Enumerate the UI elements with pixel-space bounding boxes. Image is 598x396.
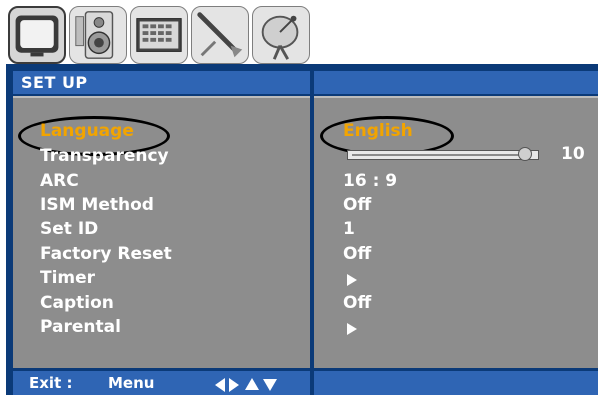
menu-item-parental[interactable]: Parental: [40, 317, 121, 337]
tab-setup[interactable]: [252, 6, 310, 64]
menu-item-ism-method[interactable]: ISM Method: [40, 195, 154, 215]
caption-value[interactable]: Off: [343, 293, 371, 313]
menu-title: SET UP: [21, 73, 88, 92]
arrow-left-icon: [215, 378, 225, 392]
parental-submenu-arrow-icon[interactable]: [347, 323, 357, 335]
tools-icon: [197, 12, 243, 58]
transparency-slider[interactable]: [347, 147, 539, 161]
arrow-up-icon: [245, 378, 259, 390]
transparency-value: 10: [561, 144, 585, 164]
language-value[interactable]: English: [343, 121, 413, 141]
setup-menu-panel: SET UP Language Transparency ARC ISM Met…: [6, 64, 598, 395]
menu-item-transparency[interactable]: Transparency: [40, 146, 169, 166]
menu-item-timer[interactable]: Timer: [40, 268, 95, 288]
nav-arrows: [215, 377, 295, 392]
satellite-dish-icon: [261, 15, 299, 60]
value-header: [314, 71, 598, 94]
set-id-value[interactable]: 1: [343, 219, 355, 239]
tab-channel[interactable]: [130, 6, 188, 64]
arrow-right-icon: [229, 378, 239, 392]
menu-item-caption[interactable]: Caption: [40, 293, 114, 313]
menu-item-set-id[interactable]: Set ID: [40, 219, 98, 239]
arrow-down-icon: [263, 379, 277, 391]
tab-special[interactable]: [191, 6, 249, 64]
option-list: Language Transparency ARC ISM Method Set…: [13, 96, 310, 368]
slider-knob[interactable]: [518, 147, 532, 161]
menu-item-arc[interactable]: ARC: [40, 171, 79, 191]
menu-item-factory-reset[interactable]: Factory Reset: [40, 244, 172, 264]
menu-tabs: [8, 4, 312, 68]
channel-grid-icon: [136, 18, 182, 52]
menu-footer: Exit : Menu: [13, 371, 310, 395]
footer-right: [314, 371, 598, 395]
ism-method-value[interactable]: Off: [343, 195, 371, 215]
speaker-icon: [75, 11, 114, 59]
tab-audio[interactable]: [69, 6, 127, 64]
menu-item-language[interactable]: Language: [40, 121, 134, 141]
tv-screen-icon: [15, 15, 59, 57]
timer-submenu-arrow-icon[interactable]: [347, 274, 357, 286]
tab-picture[interactable]: [8, 6, 66, 64]
exit-key-label: Menu: [108, 374, 155, 392]
value-list: English 10 16 : 9 Off 1 Off Off: [314, 96, 598, 368]
slider-line: [352, 154, 524, 156]
arc-value[interactable]: 16 : 9: [343, 171, 397, 191]
menu-header: SET UP: [13, 71, 310, 94]
factory-reset-value[interactable]: Off: [343, 244, 371, 264]
exit-label: Exit :: [29, 374, 73, 392]
